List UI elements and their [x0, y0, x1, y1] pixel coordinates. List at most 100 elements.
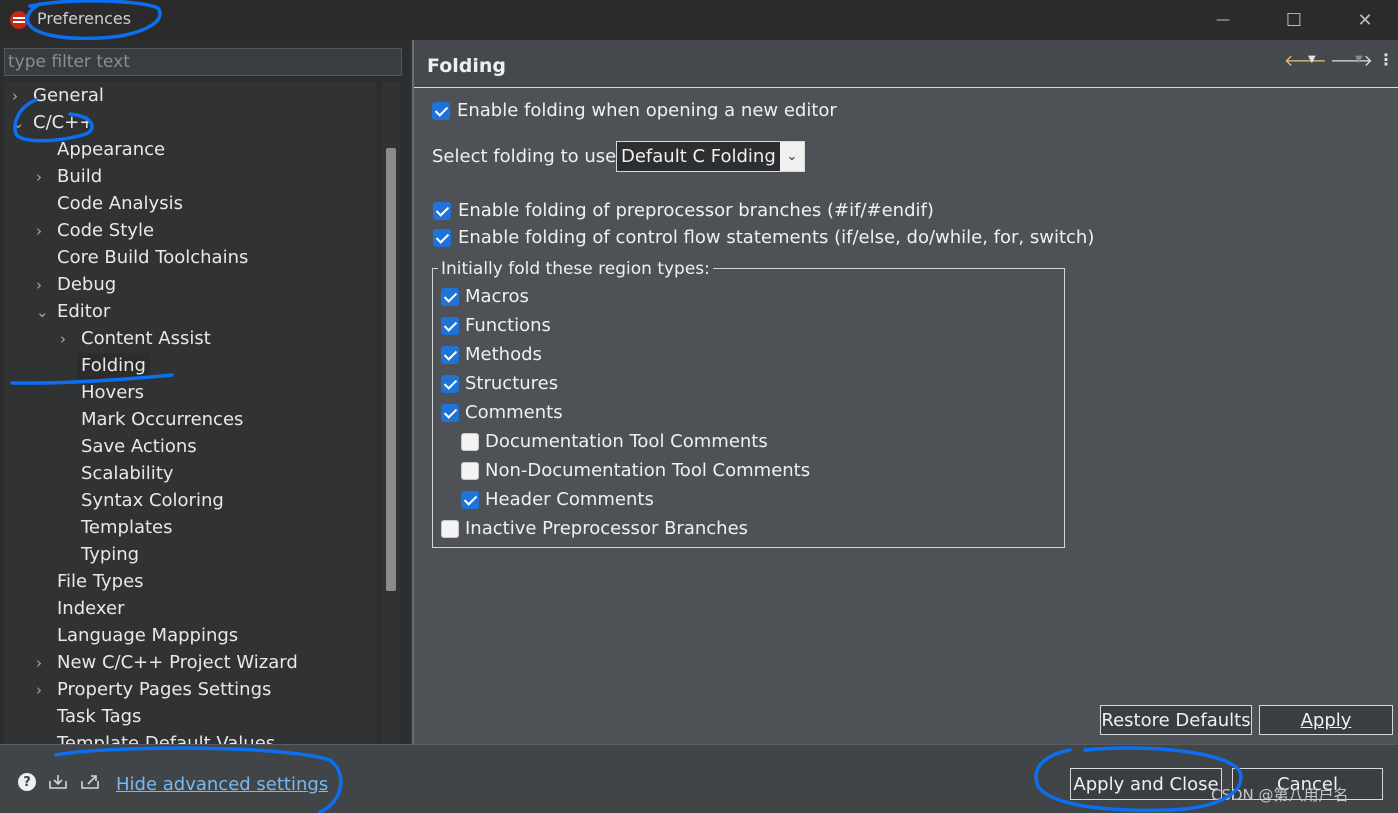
- apply-button[interactable]: Apply: [1259, 705, 1393, 735]
- tree-scrollbar-thumb[interactable]: [386, 148, 396, 591]
- region-label: Methods: [465, 344, 542, 365]
- sidebar-item-templates[interactable]: Templates: [4, 515, 376, 541]
- chevron-right-icon[interactable]: ›: [36, 218, 48, 244]
- restore-defaults-button[interactable]: Restore Defaults: [1100, 705, 1252, 735]
- region-structures-checkbox[interactable]: [441, 375, 459, 393]
- sidebar-item-code-style[interactable]: › Code Style: [4, 218, 376, 244]
- sidebar-item-task-tags[interactable]: Task Tags: [4, 704, 376, 730]
- sidebar-item-editor[interactable]: ⌄ Editor: [4, 299, 376, 325]
- chevron-right-icon[interactable]: ›: [36, 164, 48, 190]
- sidebar-item-new-c-c-project-wizard[interactable]: › New C/C++ Project Wizard: [4, 650, 376, 676]
- control-flow-folding-checkbox[interactable]: [433, 229, 451, 247]
- close-button[interactable]: ✕: [1342, 0, 1388, 40]
- enable-folding-checkbox[interactable]: [432, 102, 450, 120]
- sidebar-item-label: Templates: [81, 517, 173, 538]
- chevron-down-icon[interactable]: ⌄: [12, 110, 25, 136]
- sidebar-item-folding[interactable]: Folding: [4, 353, 376, 379]
- region-label: Inactive Preprocessor Branches: [465, 518, 749, 539]
- sidebar-item-save-actions[interactable]: Save Actions: [4, 434, 376, 460]
- region-header-comments-checkbox[interactable]: [461, 491, 479, 509]
- region-macros-checkbox[interactable]: [441, 288, 459, 306]
- page-header: Folding 🡐 ▼ 🡒 ▼ ⋮: [414, 40, 1398, 88]
- chevron-down-icon[interactable]: ⌄: [36, 299, 49, 325]
- region-non-documentation-tool-comments-checkbox[interactable]: [461, 462, 479, 480]
- chevron-right-icon[interactable]: ›: [36, 677, 48, 703]
- apply-and-close-label: Apply and Close: [1073, 773, 1219, 795]
- filter-input[interactable]: type filter text: [4, 48, 402, 76]
- sidebar-item-syntax-coloring[interactable]: Syntax Coloring: [4, 488, 376, 514]
- sidebar-item-appearance[interactable]: Appearance: [4, 137, 376, 163]
- view-menu-icon[interactable]: ⋮: [1378, 50, 1394, 69]
- sidebar-item-template-default-values[interactable]: Template Default Values: [4, 731, 376, 744]
- chevron-right-icon[interactable]: ›: [12, 83, 24, 109]
- preferences-sidebar: type filter text › General ⌄ C/C++ Appearanc…: [0, 40, 410, 744]
- sidebar-item-core-build-toolchains[interactable]: Core Build Toolchains: [4, 245, 376, 271]
- sidebar-item-label: File Types: [57, 571, 144, 592]
- sidebar-item-code-analysis[interactable]: Code Analysis: [4, 191, 376, 217]
- sidebar-item-label: Build: [57, 166, 103, 187]
- apply-and-close-button[interactable]: Apply and Close: [1070, 768, 1222, 800]
- sidebar-item-label: Code Style: [57, 220, 155, 241]
- region-comments-checkbox[interactable]: [441, 404, 459, 422]
- region-inactive-preprocessor-branches-checkbox[interactable]: [441, 520, 459, 538]
- sidebar-item-language-mappings[interactable]: Language Mappings: [4, 623, 376, 649]
- sidebar-item-build[interactable]: › Build: [4, 164, 376, 190]
- window-title: Preferences: [37, 9, 132, 28]
- chevron-right-icon[interactable]: ›: [36, 650, 48, 676]
- sidebar-item-indexer[interactable]: Indexer: [4, 596, 376, 622]
- title-bar: Preferences — ☐ ✕: [0, 0, 1398, 40]
- sidebar-item-label: Syntax Coloring: [81, 490, 224, 511]
- dialog-footer: ? Hide advanced settings Apply and Close…: [0, 744, 1398, 813]
- sidebar-item-c-c-[interactable]: ⌄ C/C++: [4, 110, 376, 136]
- region-functions-checkbox[interactable]: [441, 317, 459, 335]
- sidebar-item-property-pages-settings[interactable]: › Property Pages Settings: [4, 677, 376, 703]
- close-icon: ✕: [1357, 9, 1373, 31]
- import-icon[interactable]: [48, 774, 68, 790]
- sidebar-item-general[interactable]: › General: [4, 83, 376, 109]
- maximize-icon: ☐: [1285, 9, 1303, 31]
- forward-dropdown-icon[interactable]: ▼: [1355, 54, 1363, 65]
- sidebar-item-file-types[interactable]: File Types: [4, 569, 376, 595]
- apply-label: Apply: [1300, 709, 1352, 731]
- sidebar-item-label: Editor: [57, 301, 111, 322]
- sidebar-item-mark-occurrences[interactable]: Mark Occurrences: [4, 407, 376, 433]
- sidebar-item-debug[interactable]: › Debug: [4, 272, 376, 298]
- sidebar-item-label: Task Tags: [57, 706, 142, 727]
- sidebar-item-content-assist[interactable]: › Content Assist: [4, 326, 376, 352]
- chevron-down-icon[interactable]: ⌄: [780, 142, 804, 171]
- sidebar-item-label: Folding: [77, 353, 150, 379]
- back-dropdown-icon[interactable]: ▼: [1308, 54, 1316, 65]
- sidebar-item-label: Template Default Values: [57, 733, 276, 744]
- region-methods-checkbox[interactable]: [441, 346, 459, 364]
- forward-arrow-icon[interactable]: 🡒: [1330, 50, 1373, 70]
- maximize-button[interactable]: ☐: [1271, 0, 1317, 40]
- sidebar-item-hovers[interactable]: Hovers: [4, 380, 376, 406]
- sidebar-item-label: Core Build Toolchains: [57, 247, 249, 268]
- back-arrow-icon[interactable]: 🡐: [1284, 50, 1327, 70]
- region-label: Functions: [465, 315, 551, 336]
- folding-select-value: Default C Folding: [621, 146, 776, 167]
- export-icon[interactable]: [80, 774, 100, 790]
- sidebar-item-label: Property Pages Settings: [57, 679, 272, 700]
- eclipse-app-icon: [10, 11, 28, 29]
- help-icon[interactable]: ?: [18, 773, 36, 791]
- enable-folding-label: Enable folding when opening a new editor: [457, 100, 837, 121]
- control-flow-folding-label: Enable folding of control flow statement…: [458, 227, 1095, 248]
- chevron-right-icon[interactable]: ›: [36, 272, 48, 298]
- region-documentation-tool-comments-checkbox[interactable]: [461, 433, 479, 451]
- sidebar-item-label: Language Mappings: [57, 625, 239, 646]
- sidebar-item-label: Scalability: [81, 463, 174, 484]
- sidebar-item-typing[interactable]: Typing: [4, 542, 376, 568]
- chevron-right-icon[interactable]: ›: [60, 326, 72, 352]
- sidebar-item-label: Typing: [81, 544, 140, 565]
- preprocessor-folding-checkbox[interactable]: [433, 202, 451, 220]
- folding-select[interactable]: Default C Folding ⌄: [616, 141, 805, 172]
- region-label: Macros: [465, 286, 529, 307]
- minimize-button[interactable]: —: [1200, 0, 1246, 40]
- sidebar-item-label: Code Analysis: [57, 193, 183, 214]
- sidebar-item-label: Save Actions: [81, 436, 197, 457]
- select-folding-label: Select folding to use:: [432, 146, 623, 167]
- hide-advanced-settings-link[interactable]: Hide advanced settings: [116, 774, 328, 795]
- sidebar-item-scalability[interactable]: Scalability: [4, 461, 376, 487]
- region-label: Comments: [465, 402, 563, 423]
